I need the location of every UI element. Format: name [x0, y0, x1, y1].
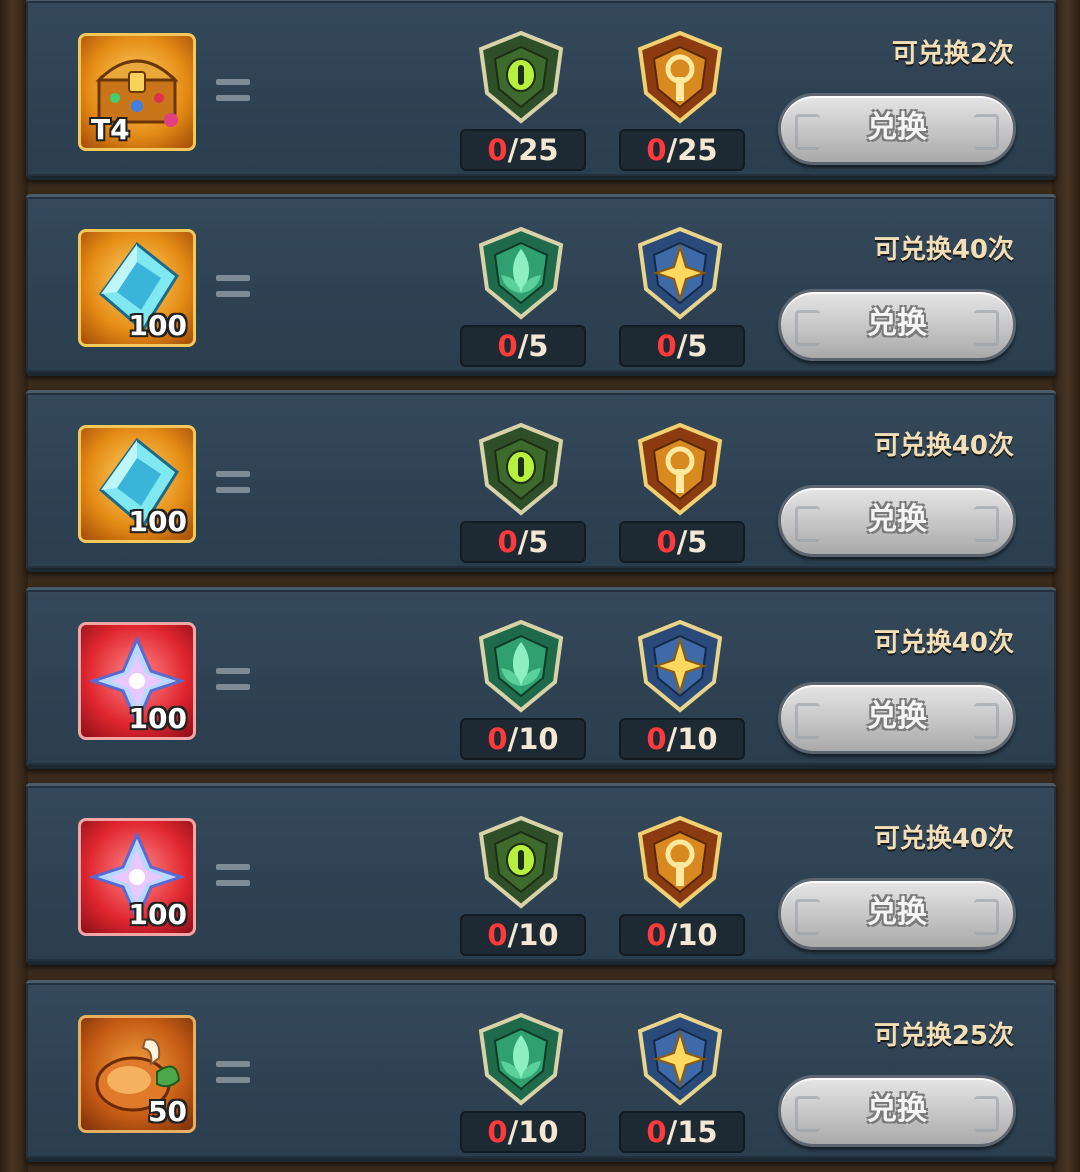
gold-emblem-icon[interactable] — [632, 29, 728, 125]
exchange-button[interactable]: 兑换 — [778, 878, 1016, 950]
reward-quantity: 100 — [128, 505, 187, 538]
crystal-flower-icon[interactable]: 100 — [78, 622, 196, 740]
equals-sign — [216, 275, 250, 307]
token-count: 0/10 — [460, 1111, 586, 1153]
diamond-icon[interactable]: 100 — [78, 229, 196, 347]
diamond-icon[interactable]: 100 — [78, 425, 196, 543]
token-count: 0/5 — [460, 325, 586, 367]
token-count: 0/25 — [460, 129, 586, 171]
green-leaf-emblem-icon[interactable] — [473, 225, 569, 321]
gold-emblem-icon[interactable] — [632, 421, 728, 517]
reward-quantity: 50 — [148, 1095, 187, 1128]
meat-food-icon[interactable]: 50 — [78, 1015, 196, 1133]
equals-sign — [216, 79, 250, 111]
exchange-row: 50 0/10 0/15 可兑换25次 兑换 — [26, 980, 1056, 1162]
exchange-button[interactable]: 兑换 — [778, 1075, 1016, 1147]
green-eye-emblem-icon[interactable] — [473, 29, 569, 125]
token-count: 0/10 — [619, 914, 745, 956]
equals-sign — [216, 864, 250, 896]
reward-quantity: 100 — [128, 702, 187, 735]
token-count: 0/5 — [460, 521, 586, 563]
token-count: 0/15 — [619, 1111, 745, 1153]
exchange-limit: 可兑换40次 — [873, 628, 1014, 658]
reward-quantity: 100 — [128, 309, 187, 342]
exchange-limit: 可兑换2次 — [891, 39, 1014, 69]
exchange-limit: 可兑换40次 — [873, 235, 1014, 265]
right-frame — [1052, 0, 1080, 1172]
reward-quantity: 100 — [128, 898, 187, 931]
token-count: 0/10 — [460, 914, 586, 956]
blue-star-emblem-icon[interactable] — [632, 225, 728, 321]
blue-star-emblem-icon[interactable] — [632, 618, 728, 714]
token-count: 0/10 — [460, 718, 586, 760]
green-leaf-emblem-icon[interactable] — [473, 618, 569, 714]
green-eye-emblem-icon[interactable] — [473, 814, 569, 910]
reward-quantity: T4 — [91, 113, 130, 146]
exchange-button[interactable]: 兑换 — [778, 485, 1016, 557]
exchange-button[interactable]: 兑换 — [778, 289, 1016, 361]
equals-sign — [216, 471, 250, 503]
token-count: 0/5 — [619, 325, 745, 367]
equals-sign — [216, 1061, 250, 1093]
exchange-row: 100 0/10 0/10 可兑换40次 兑换 — [26, 587, 1056, 769]
gold-emblem-icon[interactable] — [632, 814, 728, 910]
left-frame — [0, 0, 28, 1172]
exchange-row: 100 0/10 0/10 可兑换40次 兑换 — [26, 783, 1056, 965]
exchange-limit: 可兑换25次 — [873, 1021, 1014, 1051]
token-count: 0/5 — [619, 521, 745, 563]
token-count: 0/10 — [619, 718, 745, 760]
exchange-button[interactable]: 兑换 — [778, 93, 1016, 165]
exchange-button[interactable]: 兑换 — [778, 682, 1016, 754]
exchange-row: T4 0/25 0/25 可兑换2次 兑换 — [26, 0, 1056, 180]
token-count: 0/25 — [619, 129, 745, 171]
green-eye-emblem-icon[interactable] — [473, 421, 569, 517]
equals-sign — [216, 668, 250, 700]
exchange-limit: 可兑换40次 — [873, 431, 1014, 461]
exchange-row: 100 0/5 0/5 可兑换40次 兑换 — [26, 390, 1056, 572]
exchange-list[interactable]: T4 0/25 0/25 可兑换2次 兑换 100 0/5 0/5 可兑换40次… — [26, 0, 1056, 1172]
crystal-flower-icon[interactable]: 100 — [78, 818, 196, 936]
green-leaf-emblem-icon[interactable] — [473, 1011, 569, 1107]
exchange-limit: 可兑换40次 — [873, 824, 1014, 854]
exchange-row: 100 0/5 0/5 可兑换40次 兑换 — [26, 194, 1056, 376]
chest-icon[interactable]: T4 — [78, 33, 196, 151]
blue-star-emblem-icon[interactable] — [632, 1011, 728, 1107]
